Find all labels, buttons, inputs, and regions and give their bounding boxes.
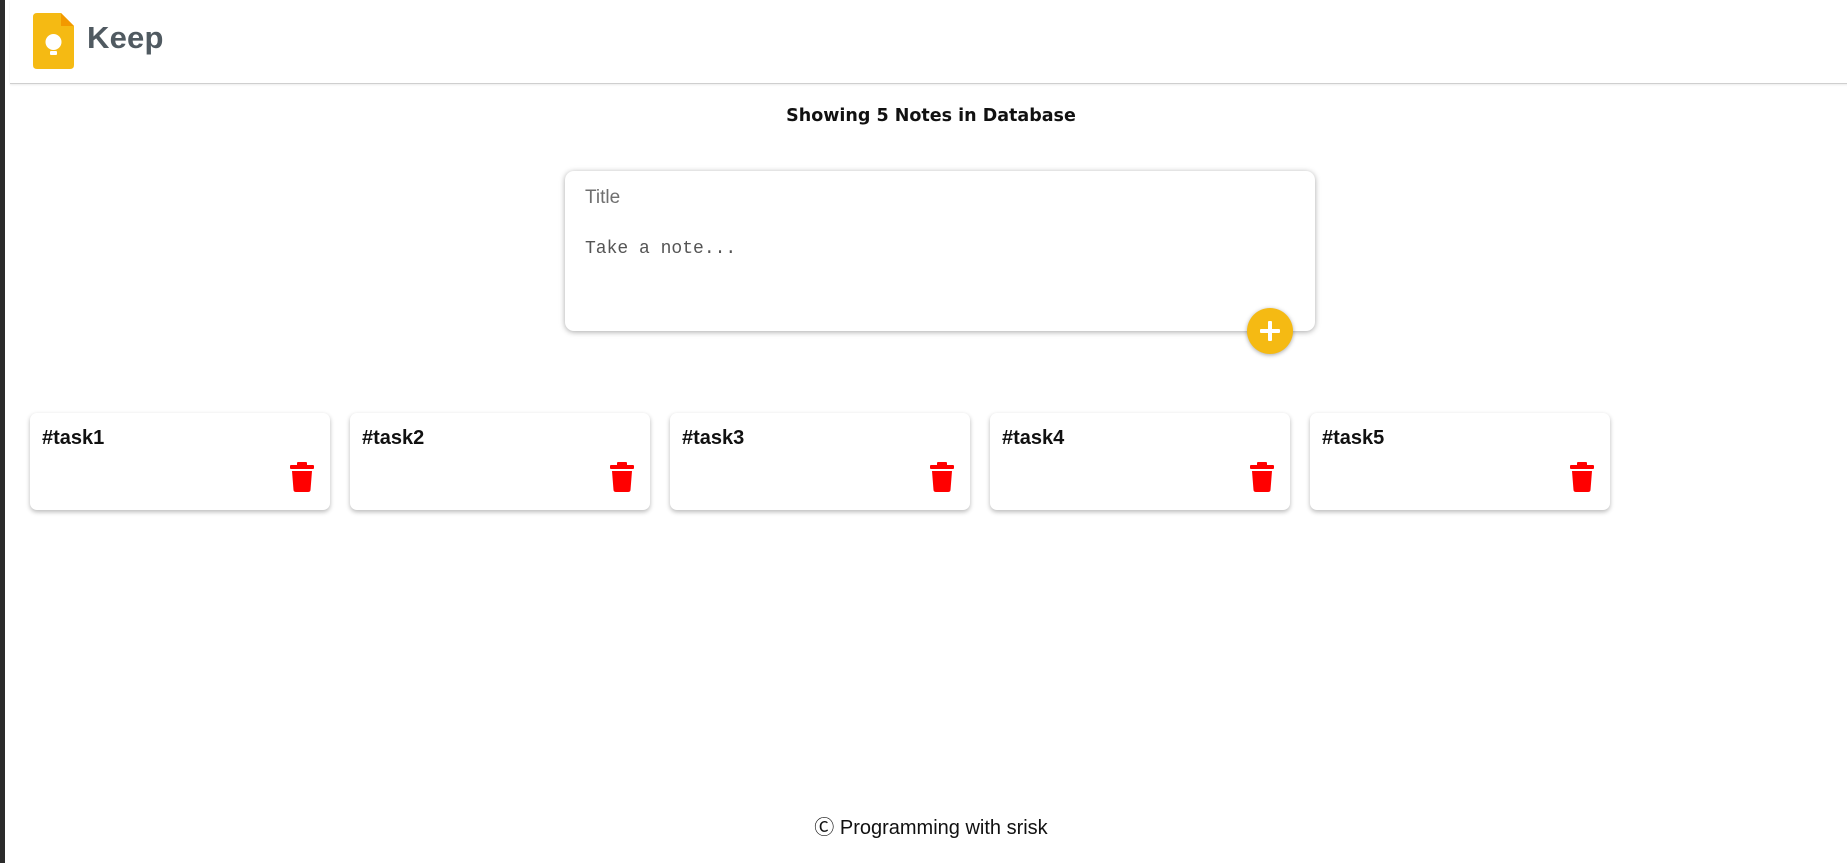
note-count-text: Showing 5 Notes in Database <box>786 106 1076 126</box>
trash-icon <box>929 462 955 495</box>
footer-text: Ⓒ Programming with srisk <box>814 817 1048 839</box>
note-card: #task5 <box>1310 413 1610 510</box>
note-title-input[interactable] <box>585 183 1265 213</box>
keep-logo-icon <box>33 13 74 69</box>
delete-note-button[interactable] <box>1569 462 1595 492</box>
delete-note-button[interactable] <box>609 462 635 492</box>
trash-icon <box>1569 462 1595 495</box>
note-title: #task2 <box>362 427 425 449</box>
trash-icon <box>1249 462 1275 495</box>
note-title: #task3 <box>682 427 745 449</box>
note-card: #task2 <box>350 413 650 510</box>
trash-icon <box>289 462 315 495</box>
trash-icon <box>609 462 635 495</box>
delete-note-button[interactable] <box>289 462 315 492</box>
app-window: Keep Showing 5 Notes in Database #task1 <box>0 0 1847 863</box>
note-card: #task1 <box>30 413 330 510</box>
note-title: #task1 <box>42 427 105 449</box>
delete-note-button[interactable] <box>1249 462 1275 492</box>
page-footer: Ⓒ Programming with srisk <box>10 811 1847 840</box>
note-title: #task4 <box>1002 427 1065 449</box>
app-title: Keep <box>87 20 164 55</box>
note-content-input[interactable] <box>585 239 1265 299</box>
add-note-button[interactable] <box>1247 308 1293 354</box>
note-card: #task4 <box>990 413 1290 510</box>
delete-note-button[interactable] <box>929 462 955 492</box>
app-header: Keep <box>10 0 1847 84</box>
note-card: #task3 <box>670 413 970 510</box>
note-title: #task5 <box>1322 427 1385 449</box>
create-note-form <box>565 171 1315 331</box>
